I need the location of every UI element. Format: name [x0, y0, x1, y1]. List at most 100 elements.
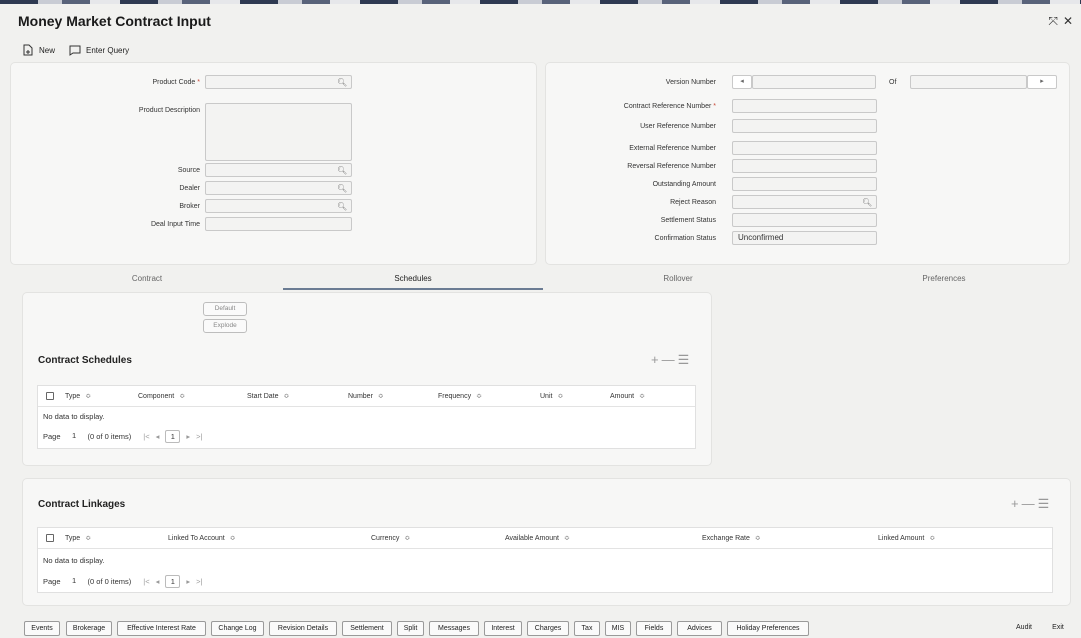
page-number-input[interactable]: 1: [67, 575, 82, 588]
confirmation-status-field[interactable]: Unconfirmed: [732, 231, 877, 245]
column-currency[interactable]: Currency ≎: [371, 534, 410, 542]
last-page-icon[interactable]: >|: [196, 577, 202, 586]
product-description-field[interactable]: [205, 103, 352, 161]
sort-icon: ≎: [85, 393, 92, 400]
deal-input-time-label: Deal Input Time: [150, 221, 200, 228]
product-code-field[interactable]: 🔍︎: [205, 75, 352, 89]
search-icon[interactable]: 🔍︎: [337, 201, 347, 211]
first-page-icon[interactable]: |<: [143, 432, 149, 441]
column-linked-amount[interactable]: Linked Amount ≎: [878, 534, 935, 542]
split-button[interactable]: Split: [397, 621, 424, 636]
tax-button[interactable]: Tax: [574, 621, 600, 636]
column-frequency[interactable]: Frequency ≎: [438, 392, 482, 400]
page-label: Page: [43, 577, 61, 586]
no-data-message: No data to display.: [43, 412, 105, 421]
enter-query-button[interactable]: Enter Query: [69, 44, 129, 56]
change-log-button[interactable]: Change Log: [211, 621, 264, 636]
schedule-row-controls: +—☰: [651, 352, 692, 368]
column-component[interactable]: Component ≎: [138, 392, 185, 400]
previous-page-icon[interactable]: ◂: [156, 577, 160, 586]
version-number-field[interactable]: [752, 75, 876, 89]
page-number-input[interactable]: 1: [67, 430, 82, 443]
broker-field[interactable]: 🔍︎: [205, 199, 352, 213]
previous-version-button[interactable]: ◂: [732, 75, 752, 89]
next-page-icon[interactable]: ▸: [186, 577, 190, 586]
current-page-button[interactable]: 1: [165, 575, 181, 588]
events-button[interactable]: Events: [24, 621, 60, 636]
interest-button[interactable]: Interest: [484, 621, 522, 636]
search-icon[interactable]: 🔍︎: [862, 197, 872, 207]
tab-contract[interactable]: Contract: [17, 270, 277, 288]
settlement-status-field[interactable]: [732, 213, 877, 227]
first-page-icon[interactable]: |<: [143, 577, 149, 586]
last-page-icon[interactable]: >|: [196, 432, 202, 441]
messages-button[interactable]: Messages: [429, 621, 479, 636]
list-view-icon[interactable]: ☰: [1038, 496, 1053, 511]
add-row-icon[interactable]: +: [651, 352, 662, 367]
column-start-date[interactable]: Start Date ≎: [247, 392, 289, 400]
mis-button[interactable]: MIS: [605, 621, 631, 636]
delete-row-icon[interactable]: —: [662, 352, 678, 367]
column-type[interactable]: Type ≎: [65, 534, 91, 542]
next-version-button[interactable]: ▸: [1027, 75, 1057, 89]
deal-input-time-field[interactable]: [205, 217, 352, 231]
delete-row-icon[interactable]: —: [1022, 496, 1038, 511]
contract-reference-panel: Version Number ◂ Of ▸ Contract Reference…: [545, 62, 1070, 265]
outstanding-amount-label: Outstanding Amount: [652, 181, 716, 188]
effective-interest-rate-button[interactable]: Effective Interest Rate: [117, 621, 206, 636]
reversal-reference-field[interactable]: [732, 159, 877, 173]
search-icon[interactable]: 🔍︎: [337, 183, 347, 193]
advices-button[interactable]: Advices: [677, 621, 722, 636]
of-label: Of: [889, 79, 897, 86]
external-reference-label: External Reference Number: [629, 145, 716, 152]
external-reference-field[interactable]: [732, 141, 877, 155]
linkage-row-controls: +—☰: [1011, 496, 1052, 512]
dealer-field[interactable]: 🔍︎: [205, 181, 352, 195]
list-view-icon[interactable]: ☰: [678, 352, 693, 367]
reject-reason-field[interactable]: 🔍︎: [732, 195, 877, 209]
expand-icon[interactable]: ⤧: [1048, 14, 1058, 29]
tab-schedules[interactable]: Schedules: [283, 270, 543, 290]
revision-details-button[interactable]: Revision Details: [269, 621, 337, 636]
current-page-button[interactable]: 1: [165, 430, 181, 443]
column-number[interactable]: Number ≎: [348, 392, 384, 400]
column-linked-to-account[interactable]: Linked To Account ≎: [168, 534, 236, 542]
column-amount[interactable]: Amount ≎: [610, 392, 645, 400]
page-title: Money Market Contract Input: [18, 13, 211, 29]
version-total-field[interactable]: [910, 75, 1027, 89]
column-unit[interactable]: Unit ≎: [540, 392, 563, 400]
search-icon[interactable]: 🔍︎: [337, 77, 347, 87]
holiday-preferences-button[interactable]: Holiday Preferences: [727, 621, 809, 636]
audit-button[interactable]: Audit: [1010, 621, 1038, 636]
settlement-button[interactable]: Settlement: [342, 621, 392, 636]
outstanding-amount-field[interactable]: [732, 177, 877, 191]
exit-button[interactable]: Exit: [1046, 621, 1070, 636]
column-type[interactable]: Type ≎: [65, 392, 91, 400]
add-row-icon[interactable]: +: [1011, 496, 1022, 511]
column-available-amount[interactable]: Available Amount ≎: [505, 534, 570, 542]
explode-button[interactable]: Explode: [203, 319, 247, 333]
pagination: Page 1 (0 of 0 items) |< ◂ 1 ▸ >|: [43, 430, 202, 443]
sort-icon: ≎: [929, 535, 936, 542]
search-icon[interactable]: 🔍︎: [337, 165, 347, 175]
column-exchange-rate[interactable]: Exchange Rate ≎: [702, 534, 761, 542]
select-all-checkbox[interactable]: [46, 534, 54, 542]
select-all-checkbox[interactable]: [46, 392, 54, 400]
contract-reference-field[interactable]: [732, 99, 877, 113]
charges-button[interactable]: Charges: [527, 621, 569, 636]
brokerage-button[interactable]: Brokerage: [66, 621, 112, 636]
items-count: (0 of 0 items): [87, 432, 132, 441]
new-button[interactable]: New: [22, 44, 55, 56]
tab-rollover[interactable]: Rollover: [548, 270, 808, 288]
next-page-icon[interactable]: ▸: [186, 432, 190, 441]
default-button[interactable]: Default: [203, 302, 247, 316]
tab-bar: Contract Schedules Rollover Preferences: [12, 270, 1072, 291]
user-reference-field[interactable]: [732, 119, 877, 133]
close-icon[interactable]: ✕: [1063, 14, 1073, 29]
linkages-panel: Contract Linkages +—☰ Type ≎ Linked To Ac…: [22, 478, 1071, 606]
previous-page-icon[interactable]: ◂: [156, 432, 160, 441]
contract-linkages-grid: Type ≎ Linked To Account ≎ Currency ≎ Avail…: [37, 527, 1053, 593]
fields-button[interactable]: Fields: [636, 621, 672, 636]
source-field[interactable]: 🔍︎: [205, 163, 352, 177]
tab-preferences[interactable]: Preferences: [814, 270, 1074, 288]
